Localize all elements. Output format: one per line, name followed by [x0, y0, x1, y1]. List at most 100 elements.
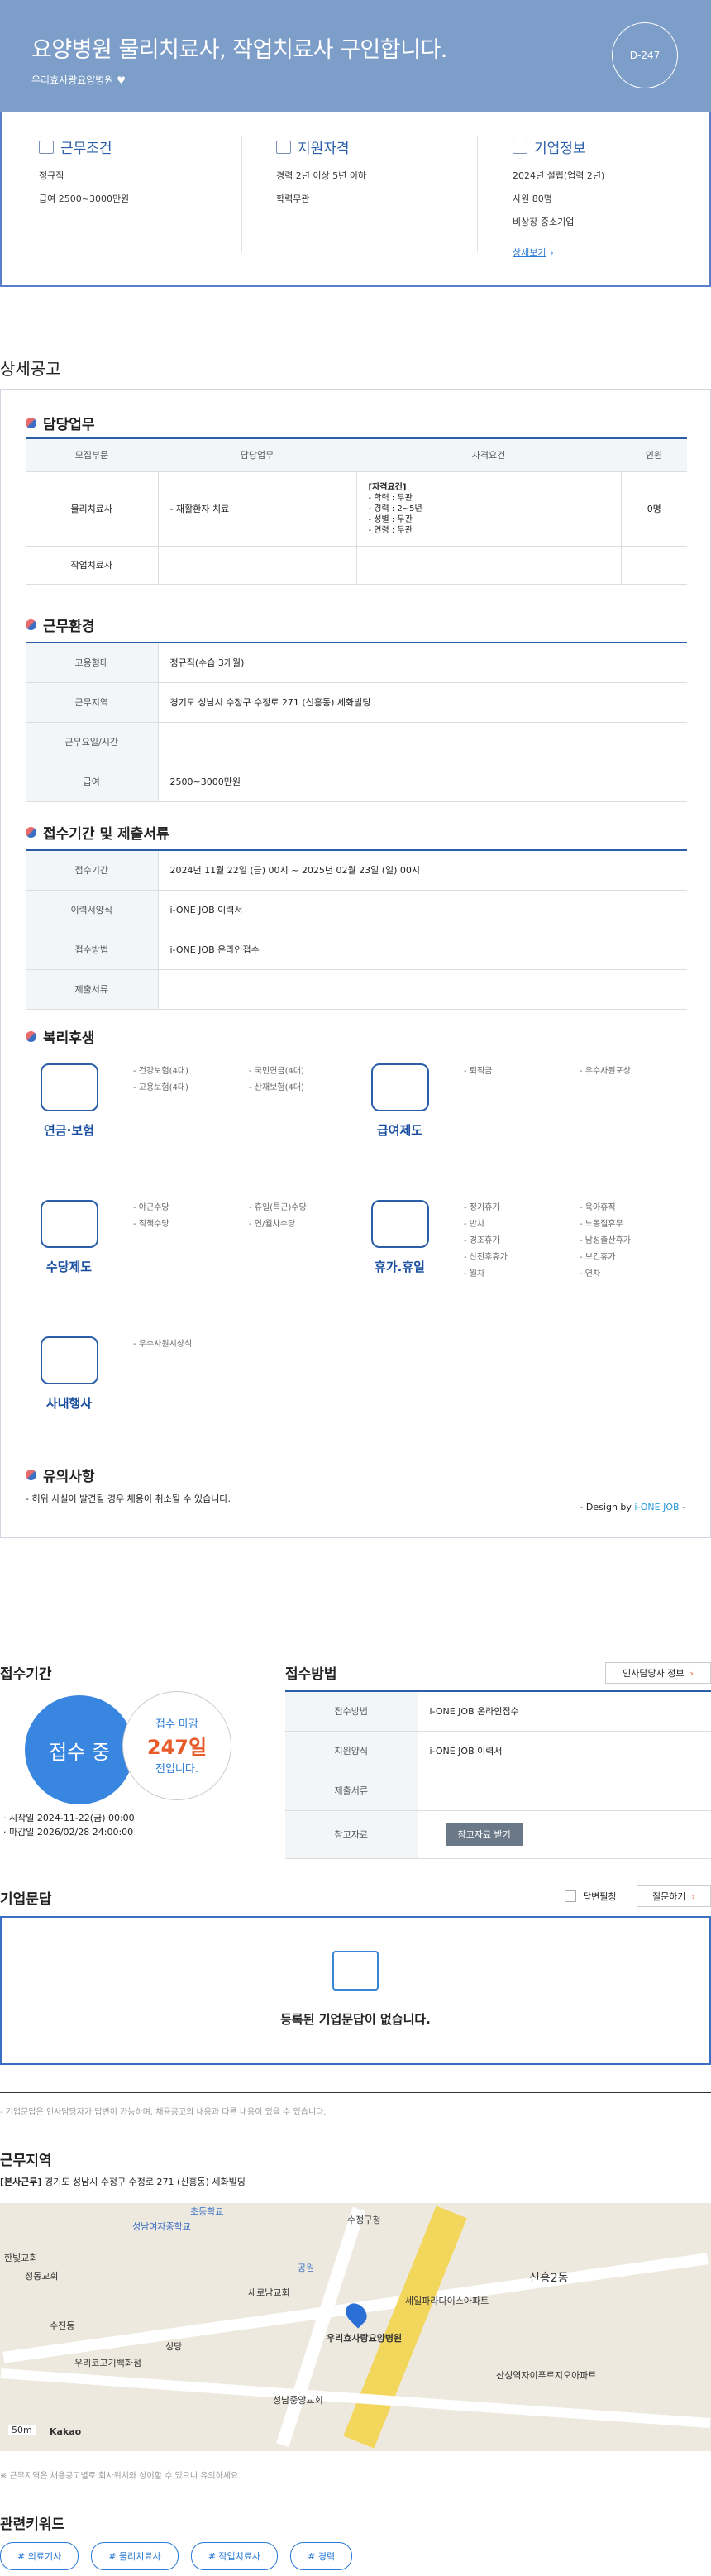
- qualification-title: 지원자격: [298, 141, 350, 157]
- map-label: 우리코고기백화점: [74, 2358, 141, 2368]
- keyword-tag[interactable]: # 의료기사: [0, 2542, 79, 2570]
- keyword-tag[interactable]: # 물리치료사: [91, 2542, 179, 2570]
- welfare-item: - 퇴직금: [464, 1067, 493, 1076]
- bullet-icon: [26, 619, 36, 630]
- table-row: 급여 2500~3000만원: [26, 762, 687, 802]
- design-credit-suffix: -: [679, 1502, 685, 1513]
- map-label: 산성역자이푸르지오아파트: [496, 2370, 597, 2381]
- company-name[interactable]: 우리효사랑요양병원 ♥: [31, 73, 126, 87]
- hr-info-button[interactable]: 인사담당자 정보 ›: [605, 1662, 711, 1684]
- job-title: 요양병원 물리치료사, 작업치료사 구인합니다.: [31, 37, 447, 63]
- design-credit-prefix: - Design by: [580, 1502, 635, 1513]
- allowance-icon: [40, 1200, 98, 1248]
- download-ref-button[interactable]: 참고자료 받기: [446, 1823, 523, 1846]
- design-credit: - Design by i-ONE JOB -: [580, 1502, 685, 1513]
- table-row: 제출서류: [26, 969, 687, 1010]
- bullet-icon: [26, 1031, 36, 1042]
- location-title: 근무지역: [0, 2153, 52, 2169]
- welfare-item: - 남성출산휴가: [580, 1236, 631, 1245]
- heart-icon[interactable]: ♥: [117, 74, 126, 86]
- map-label: 성당: [165, 2341, 183, 2352]
- detail-title: 상세공고: [0, 359, 61, 379]
- table-row: 접수방법 i-ONE JOB 온라인접수: [285, 1691, 711, 1732]
- calendar-icon: [370, 1200, 429, 1248]
- company-detail-link[interactable]: 상세보기: [513, 247, 546, 258]
- company-info-title: 기업정보: [534, 141, 586, 157]
- row-key: 접수기간: [26, 850, 159, 891]
- row-value: i-ONE JOB 온라인접수: [158, 930, 687, 970]
- hr-info-label: 인사담당자 정보: [623, 1668, 685, 1679]
- keyword-tag[interactable]: # 경력: [290, 2542, 353, 2570]
- location-label: [본사근무]: [0, 2177, 42, 2187]
- period-title: 접수기간: [0, 1666, 52, 1683]
- answered-toggle-label: 답변필칭: [583, 1891, 617, 1902]
- envelope-icon: [332, 1951, 379, 1991]
- welfare-item: - 연/월차수당: [249, 1220, 296, 1229]
- bullet-icon: [26, 1470, 36, 1480]
- part-cell: 물리치료사: [26, 471, 158, 547]
- req-cell: [자격요건] - 학력 : 무관 - 경력 : 2~5년 - 성별 : 무관 -…: [356, 471, 621, 547]
- checkbox[interactable]: [565, 1890, 576, 1902]
- money-icon: [370, 1063, 429, 1111]
- part-cell: 작업치료사: [26, 546, 158, 585]
- col-header: 자격요건: [356, 438, 621, 472]
- map[interactable]: 초등학교 수정구청 성남여자중학교 한빛교회 정동교회 공원 새로남교회 성남중…: [0, 2203, 711, 2451]
- chevron-right-icon: ›: [550, 249, 554, 258]
- map-label: 초등학교: [190, 2206, 224, 2217]
- table-row: 작업치료사: [26, 546, 687, 585]
- environment-title: 근무환경: [43, 619, 95, 635]
- row-key: 접수방법: [285, 1691, 418, 1732]
- col-header: 모집부문: [26, 438, 158, 472]
- welfare-item: - 산재보험(4대): [249, 1083, 304, 1092]
- building-icon: [39, 140, 54, 154]
- deadline-circle: 접수 마감 247일 전입니다.: [122, 1691, 231, 1800]
- map-label: 세일파라다이스아파트: [405, 2296, 489, 2306]
- notice-text: - 허위 사실이 발견될 경우 채용이 취소될 수 있습니다.: [26, 1494, 231, 1504]
- environment-heading: 근무환경: [26, 614, 95, 635]
- method-title: 접수방법: [285, 1666, 337, 1683]
- req-line: - 경력 : 2~5년: [368, 504, 422, 514]
- row-key: 접수방법: [26, 930, 159, 970]
- table-row: 근무지역 경기도 성남시 수정구 수정로 271 (신흥동) 세화빌딩: [26, 682, 687, 723]
- qualification-col: 지원자격 경력 2년 이상 5년 이하 학력무관: [276, 136, 483, 215]
- qa-note: - 기업문답은 인사담당자가 답변이 가능하며, 채용공고의 내용과 다른 내용…: [0, 2108, 327, 2117]
- welfare-item: - 국민연금(4대): [249, 1067, 304, 1076]
- count-cell: 0명: [620, 471, 687, 547]
- welfare-item: - 산전후휴가: [464, 1253, 508, 1262]
- welfare-item: - 육아휴직: [580, 1203, 616, 1212]
- environment-table: 고용형태 정규직(수습 3개월) 근무지역 경기도 성남시 수정구 수정로 271 …: [26, 642, 687, 802]
- keyword-tag[interactable]: # 작업치료사: [190, 2542, 279, 2570]
- row-key: 제출서류: [285, 1771, 418, 1811]
- qualification-line: 학력무관: [276, 194, 310, 204]
- notice-title: 유의사항: [43, 1469, 95, 1485]
- answered-toggle[interactable]: 답변필칭: [565, 1890, 616, 1903]
- welfare-item: - 반차: [464, 1220, 485, 1229]
- design-brand: i-ONE JOB: [634, 1502, 680, 1513]
- welfare-item: - 우수사원포상: [580, 1067, 631, 1076]
- map-label: 수진동: [50, 2320, 75, 2331]
- company-info-col: 기업정보 2024년 설립(업력 2년) 사원 80명 비상장 중소기업 상세보…: [513, 136, 711, 259]
- company-info-line: 2024년 설립(업력 2년): [513, 170, 605, 181]
- microphone-icon: [40, 1336, 98, 1384]
- company-icon: [513, 140, 527, 154]
- welfare-item: - 연차: [580, 1269, 601, 1278]
- req-line: - 학력 : 무관: [368, 493, 413, 503]
- welfare-item: - 우수사원시상식: [133, 1340, 193, 1349]
- ask-button[interactable]: 질문하기 ›: [637, 1885, 711, 1907]
- duties-heading: 담당업무: [26, 413, 95, 433]
- deadline-label: 접수 마감: [155, 1718, 198, 1731]
- company-info-line: 비상장 중소기업: [513, 217, 575, 227]
- req-line: - 성별 : 무관: [368, 514, 413, 524]
- row-value: [158, 722, 687, 762]
- welfare-title: 복리후생: [43, 1030, 95, 1047]
- location-note: ※ 근무지역은 채용공고별로 회사위치와 상이할 수 있으니 유의하세요.: [0, 2472, 241, 2481]
- location-address-text: 경기도 성남시 수정구 수정로 271 (신흥동) 세화빌딩: [45, 2177, 246, 2187]
- start-date: · 시작일 2024-11-22(금) 00:00: [3, 1813, 135, 1823]
- table-row: 접수기간 2024년 11월 22일 (금) 00시 ~ 2025년 02월 23…: [26, 850, 687, 891]
- welfare-group-name: 사내행사: [45, 1396, 93, 1411]
- welfare-item: - 직책수당: [133, 1220, 169, 1229]
- qa-empty-text: 등록된 기업문답이 없습니다.: [280, 2012, 431, 2027]
- bullet-icon: [26, 418, 36, 428]
- keyword-list: # 의료기사 # 물리치료사 # 작업치료사 # 경력: [0, 2542, 711, 2570]
- notice-heading: 유의사항: [26, 1465, 95, 1485]
